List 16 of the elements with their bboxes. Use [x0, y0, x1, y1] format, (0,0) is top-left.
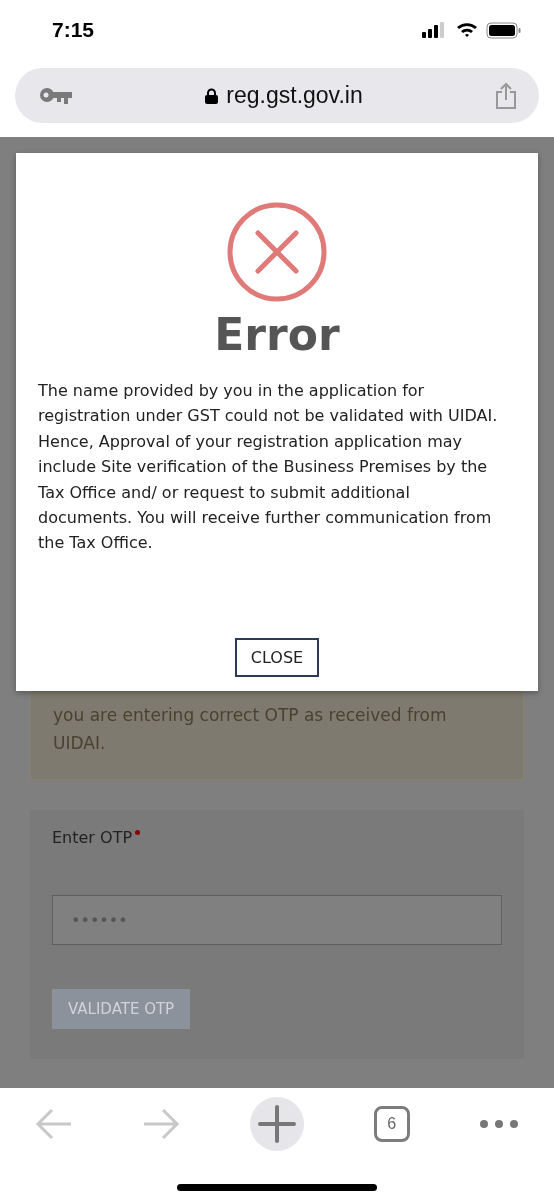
error-icon	[226, 201, 328, 303]
field-label: Enter OTP	[52, 828, 133, 847]
wifi-icon	[456, 22, 478, 38]
share-icon[interactable]	[495, 81, 517, 110]
new-tab-button[interactable]	[250, 1097, 304, 1151]
url-text: reg.gst.gov.in	[226, 82, 363, 109]
notice-text: you are entering correct OTP as received from UIDAI.	[53, 704, 448, 755]
battery-icon	[486, 21, 522, 39]
dialog-title: Error	[214, 309, 340, 360]
close-button[interactable]: CLOSE	[234, 638, 320, 677]
more-button[interactable]	[479, 1119, 520, 1129]
clock-time: 7:15	[52, 18, 95, 42]
address-bar[interactable]: reg.gst.gov.in	[15, 68, 539, 123]
key-icon[interactable]	[39, 86, 73, 105]
error-message: The name provided by you in the application for registration under GST could not be validated with UIDAI. Hence, Approval of your registration application may include Site verification of the Business Premises by the Tax Office and/ or request to submit additional documents. You will receive further communication from the Tax Office.	[38, 380, 499, 555]
tabs-button[interactable]: 6	[373, 1106, 410, 1142]
